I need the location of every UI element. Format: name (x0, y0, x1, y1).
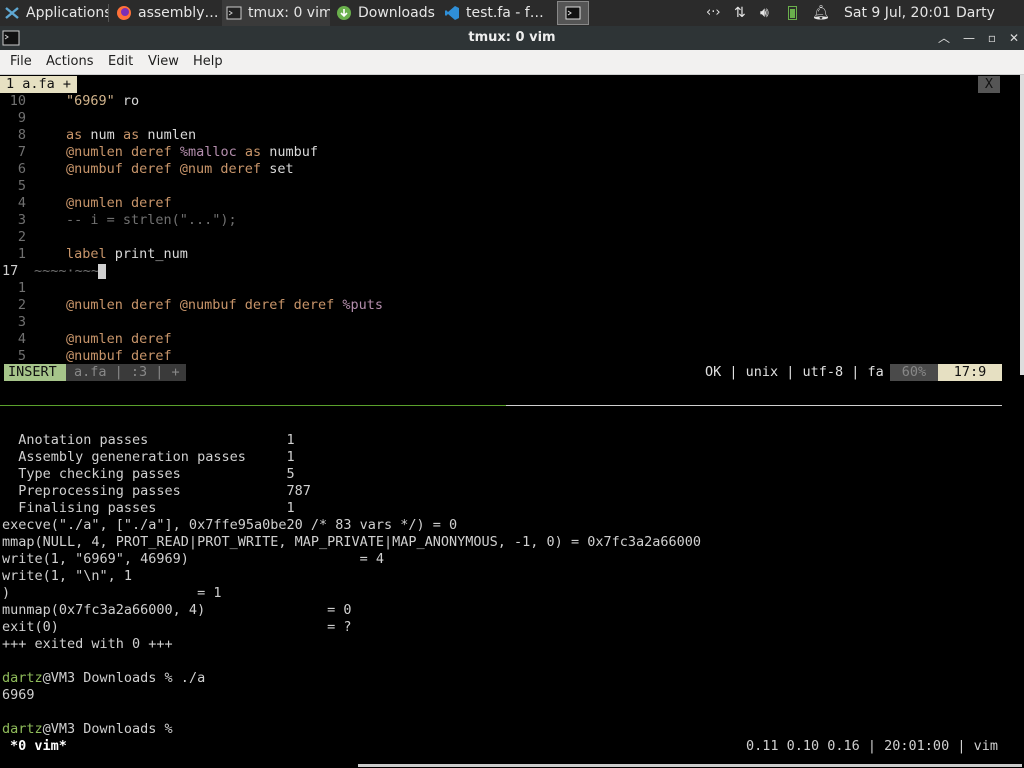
code-line: @numlen deref %malloc as numbuf (66, 144, 319, 160)
line-number: 9 (17, 110, 26, 126)
applications-label: Applications (26, 5, 108, 21)
output-line: Assembly geneneration passes 1 (2, 449, 295, 465)
minimize-button[interactable]: — (961, 30, 977, 46)
line-number: 2 (17, 229, 26, 245)
output-line: Finalising passes 1 (2, 500, 295, 516)
output-line: +++ exited with 0 +++ (2, 636, 173, 652)
line-number: 5 (17, 348, 26, 364)
firefox-icon (117, 6, 131, 20)
horizontal-scrollbar[interactable] (358, 764, 1022, 767)
pane-divider-active (0, 405, 506, 406)
window-up-button[interactable]: ︿ (936, 30, 952, 46)
battery-icon[interactable] (788, 6, 797, 20)
output-line: Anotation passes 1 (2, 432, 295, 448)
line-number: 5 (17, 178, 26, 194)
user-menu[interactable]: Darty uwu (956, 0, 1024, 47)
menu-actions[interactable]: Actions (46, 50, 94, 74)
line-number: 1 (17, 280, 26, 296)
terminal-icon (565, 6, 581, 20)
line-number: 6 (17, 161, 26, 177)
output-line: ) = 1 (2, 585, 222, 601)
output-line: execve("./a", ["./a"], 0x7ffe95a0be20 /*… (2, 517, 458, 533)
vim-close-tab-button[interactable]: X (978, 76, 1000, 93)
menu-view[interactable]: View (148, 50, 179, 74)
clock[interactable]: Sat 9 Jul, 20:01 (844, 0, 951, 26)
close-button[interactable]: ✕ (1006, 30, 1022, 46)
line-number: 3 (17, 212, 26, 228)
task-firefox[interactable]: assembly… (112, 0, 218, 26)
window-title: tmux: 0 vim (468, 30, 556, 45)
line-number: 8 (17, 127, 26, 143)
code-line: @numbuf deref @num deref set (66, 161, 294, 177)
task-label: tmux: 0 vim (248, 5, 330, 21)
xfce-logo-icon (5, 7, 19, 19)
task-label: test.fa - f… (466, 5, 544, 21)
network-updown-icon[interactable]: ⇅ (734, 0, 746, 26)
pane-divider (506, 405, 1002, 406)
line-number: 10 (9, 93, 26, 109)
scrollbar[interactable] (1020, 75, 1024, 375)
tmux-window-tab[interactable]: *0 vim* (10, 738, 67, 755)
file-info: OK | unix | utf-8 | fa (705, 364, 884, 380)
download-icon (337, 6, 351, 20)
line-number: 7 (17, 144, 26, 160)
output-line: munmap(0x7fc3a2a66000, 4) = 0 (2, 602, 352, 618)
line-number: 1 (17, 246, 26, 262)
terminal-area[interactable]: 1 a.fa + X 10 "6969" ro 9 8 as num as nu… (0, 75, 1024, 768)
top-panel: Applications assembly… tmux: 0 vim Downl… (0, 0, 1024, 47)
applications-menu[interactable]: Applications (0, 0, 108, 26)
code-line: "6969" ro (66, 93, 140, 109)
menu-help[interactable]: Help (193, 50, 223, 74)
text-cursor (98, 264, 106, 279)
task-downloads[interactable]: Downloads (332, 0, 436, 26)
vscode-icon (445, 6, 459, 20)
network-arrows-icon[interactable]: ‹·› (706, 0, 721, 26)
task-tmux[interactable]: tmux: 0 vim (222, 0, 330, 26)
line-number: 3 (17, 314, 26, 330)
menubar: File Actions Edit View Help (0, 50, 1024, 75)
output-line: Type checking passes 5 (2, 466, 295, 482)
code-line: @numlen deref (66, 331, 172, 347)
notification-bell-icon[interactable]: 🔔︎ (812, 0, 830, 26)
line-number: 2 (17, 297, 26, 313)
code-line: @numlen deref (66, 195, 172, 211)
window-titlebar[interactable]: tmux: 0 vim ︿ — ▫ ✕ (0, 26, 1024, 50)
cursor-position: 17:9 (938, 364, 1002, 381)
terminal-icon (226, 6, 242, 20)
task-label: assembly… (138, 5, 218, 21)
menu-file[interactable]: File (10, 50, 32, 74)
code-line: as num as numlen (66, 127, 197, 143)
mode-indicator: INSERT (4, 364, 66, 381)
output-line: write(1, "\n", 1 (2, 568, 133, 584)
code-line: label print_num (66, 246, 188, 262)
task-vscode[interactable]: test.fa - f… (440, 0, 552, 26)
scroll-percent: 60% (890, 364, 938, 381)
prompt-line: dartz@VM3 Downloads % ./a (2, 670, 206, 686)
output-line: 6969 (2, 687, 35, 703)
code-line-current[interactable]: ~~~~·~~~ (34, 263, 99, 280)
task-label: Downloads (358, 5, 435, 21)
maximize-button[interactable]: ▫ (984, 30, 1000, 46)
code-line: @numbuf deref (66, 348, 172, 364)
menu-edit[interactable]: Edit (108, 50, 133, 74)
vim-tabline (0, 75, 1024, 92)
task-terminal-active[interactable] (557, 1, 589, 25)
output-line: Preprocessing passes 787 (2, 483, 311, 499)
output-line: write(1, "6969", 46969) = 4 (2, 551, 385, 567)
code-comment: -- i = strlen("..."); (66, 212, 237, 228)
line-number: 4 (17, 195, 26, 211)
file-indicator: a.fa | :3 | + (66, 364, 186, 381)
line-number: 4 (17, 331, 26, 347)
prompt-line[interactable]: dartz@VM3 Downloads % (2, 721, 181, 738)
vim-tab[interactable]: 1 a.fa + (0, 76, 78, 93)
output-line: exit(0) = ? (2, 619, 352, 635)
current-line-number: 17 (2, 263, 19, 279)
tmux-status-right: 0.11 0.10 0.16 | 20:01:00 | vim (746, 738, 998, 754)
code-line: @numlen deref @numbuf deref deref %puts (66, 297, 383, 313)
output-line: mmap(NULL, 4, PROT_READ|PROT_WRITE, MAP_… (2, 534, 701, 550)
volume-icon[interactable]: 🔊︎ (760, 0, 769, 26)
